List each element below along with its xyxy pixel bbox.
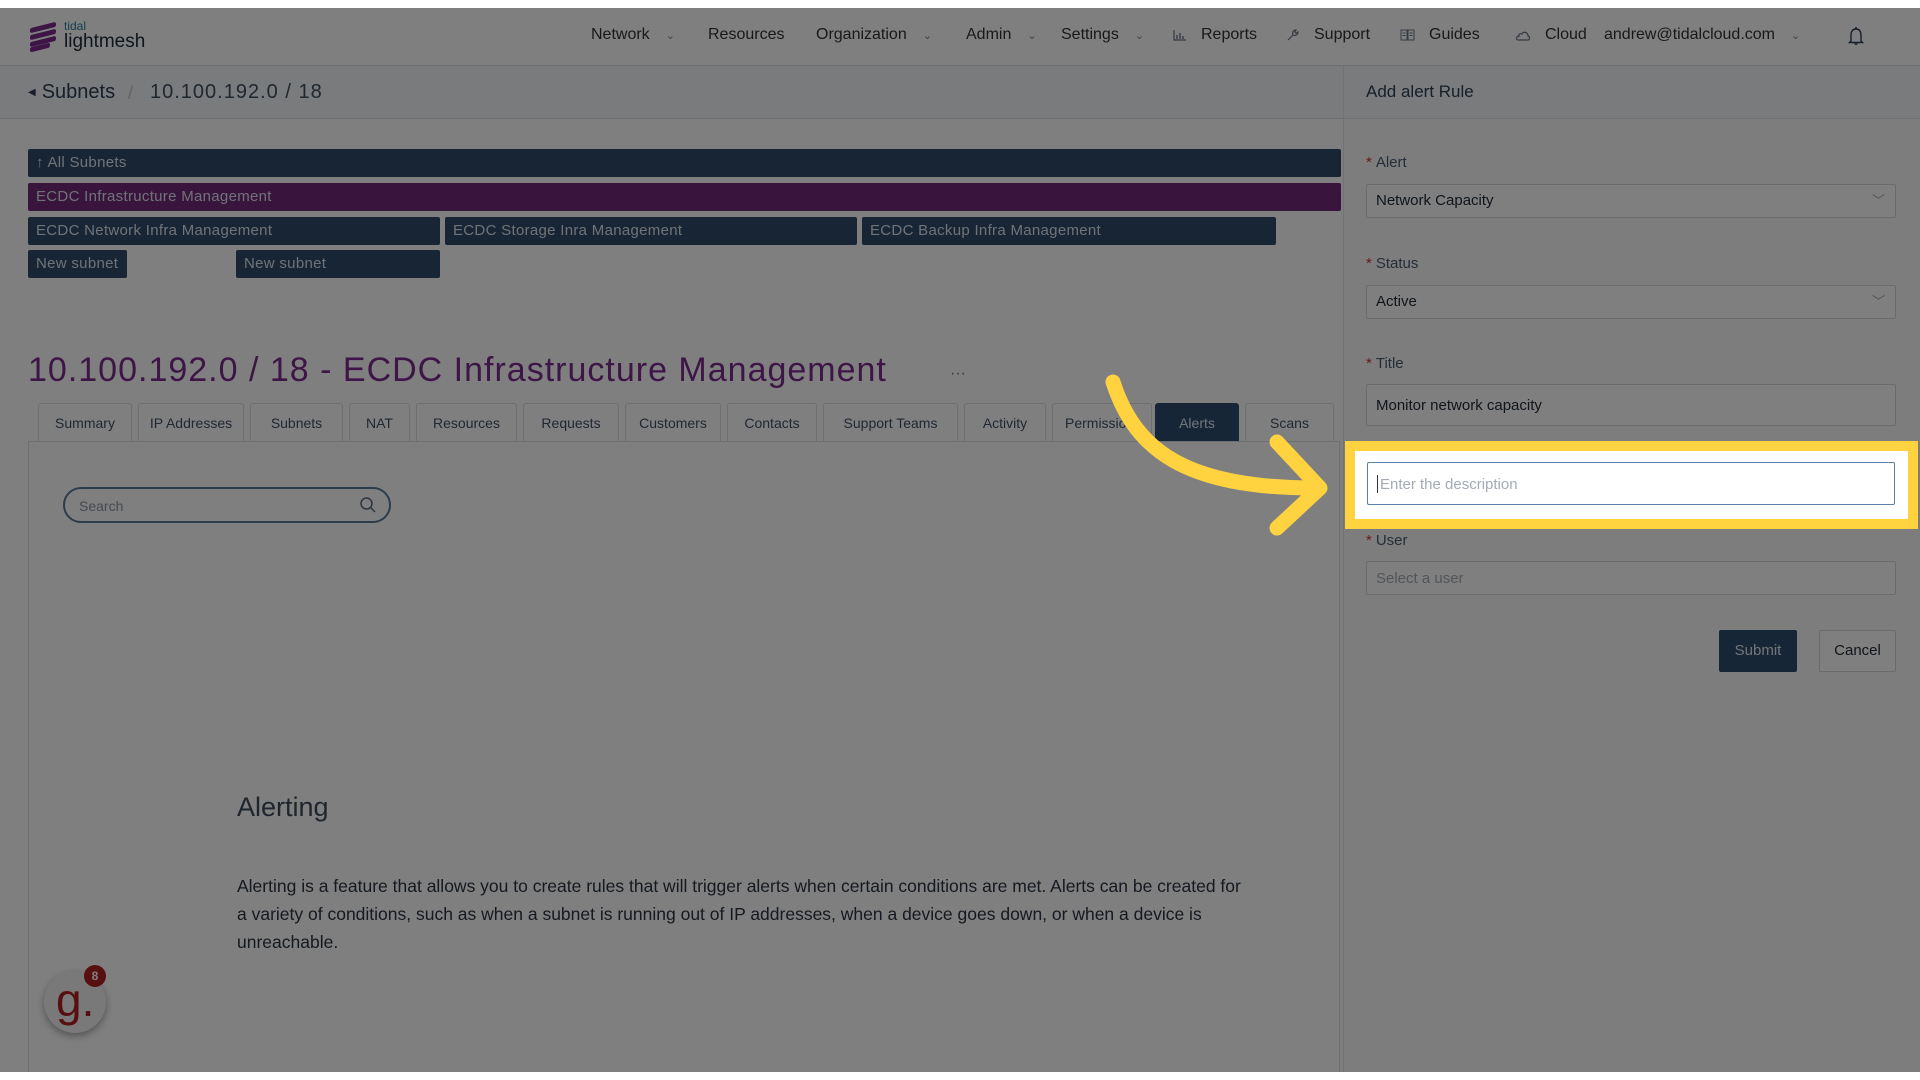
status-select[interactable]: Active ﹀: [1366, 285, 1896, 319]
chevron-down-icon: ⌄: [665, 29, 675, 42]
drawer-title: Add alert Rule: [1366, 82, 1474, 101]
subnet-tree-child[interactable]: ECDC Backup Infra Management: [862, 217, 1276, 245]
nav-support-label: Support: [1314, 26, 1371, 43]
tab-nat[interactable]: NAT: [349, 403, 410, 441]
search-input[interactable]: [77, 489, 351, 523]
nav-support[interactable]: Support: [1286, 26, 1370, 44]
breadcrumb-separator: /: [128, 83, 134, 103]
chevron-down-icon: ﹀: [1871, 294, 1885, 309]
tab-resources[interactable]: Resources: [416, 403, 517, 441]
nav-organization[interactable]: Organization ⌄: [816, 26, 932, 44]
cloud-icon: [1516, 31, 1531, 41]
tab-permissions[interactable]: Permissions: [1052, 403, 1152, 441]
tab-support-teams[interactable]: Support Teams: [823, 403, 958, 441]
search-box[interactable]: [63, 487, 391, 523]
grammarly-badge[interactable]: g. 8: [44, 965, 106, 1033]
chevron-down-icon: ⌄: [1027, 29, 1037, 42]
caret-left-icon: ◀: [28, 87, 36, 98]
nav-admin-label: Admin: [966, 26, 1012, 43]
nav-network[interactable]: Network ⌄: [591, 26, 675, 44]
subnet-tree-grandchild[interactable]: New subnet: [236, 250, 440, 278]
app-window: tidal lightmesh Network ⌄ Resources Orga…: [0, 8, 1920, 1072]
user-menu[interactable]: andrew@tidalcloud.com ⌄: [1604, 26, 1800, 44]
chevron-down-icon: ⌄: [1134, 29, 1145, 42]
breadcrumb-current: 10.100.192.0 / 18: [150, 81, 323, 103]
alert-select[interactable]: Network Capacity ﹀: [1366, 184, 1896, 218]
user-label: * User: [1366, 532, 1408, 549]
main-content: ↑ All Subnets ECDC Infrastructure Manage…: [0, 119, 1343, 1072]
search-icon[interactable]: [359, 496, 377, 514]
chevron-down-icon: ⌄: [1791, 29, 1801, 42]
drawer-header: Add alert Rule: [1344, 66, 1920, 119]
nav-guides-label: Guides: [1429, 26, 1480, 43]
nav-guides[interactable]: Guides: [1400, 26, 1480, 44]
title-field[interactable]: [1366, 384, 1896, 426]
subnet-tree-current[interactable]: ECDC Infrastructure Management: [28, 183, 1341, 211]
lightmesh-logo-icon: [30, 21, 56, 52]
status-select-value: Active: [1376, 293, 1417, 310]
cancel-button[interactable]: Cancel: [1819, 630, 1896, 672]
chevron-down-icon: ⌄: [922, 29, 932, 42]
nav-cloud-label: Cloud: [1545, 26, 1587, 43]
tab-ip-addresses[interactable]: IP Addresses: [138, 403, 244, 441]
title-input[interactable]: [1376, 385, 1876, 425]
subnet-tree-child[interactable]: ECDC Network Infra Management: [28, 217, 440, 245]
subnet-tree-all-subnets[interactable]: ↑ All Subnets: [28, 149, 1341, 177]
tab-scans[interactable]: Scans: [1245, 403, 1334, 441]
breadcrumb: ◀ Subnets / 10.100.192.0 / 18: [0, 66, 1343, 119]
user-email: andrew@tidalcloud.com: [1604, 26, 1775, 43]
logo[interactable]: tidal lightmesh: [30, 20, 146, 52]
nav-reports-label: Reports: [1201, 26, 1258, 43]
nav-organization-label: Organization: [816, 26, 907, 43]
bar-chart-icon: [1173, 30, 1186, 41]
tab-activity[interactable]: Activity: [964, 403, 1046, 441]
nav-resources-label: Resources: [708, 26, 785, 43]
user-select[interactable]: [1366, 561, 1896, 595]
logo-brand: lightmesh: [64, 31, 146, 52]
description-input[interactable]: [1378, 463, 1882, 506]
breadcrumb-subnets-label: Subnets: [41, 81, 116, 103]
description-field[interactable]: [1367, 462, 1895, 506]
chevron-down-icon: ﹀: [1871, 193, 1885, 208]
tab-contacts[interactable]: Contacts: [727, 403, 817, 441]
title-label: * Title: [1366, 355, 1404, 372]
more-options-icon[interactable]: ···: [950, 365, 966, 383]
subnet-tree-grandchild[interactable]: New subnet: [28, 250, 127, 278]
alerting-description: Alerting is a feature that allows you to…: [237, 876, 1241, 952]
nav-settings[interactable]: Settings ⌄: [1061, 26, 1144, 44]
wrench-icon: [1287, 29, 1299, 41]
add-alert-rule-drawer: Add alert Rule * Alert Network Capacity ﹀…: [1343, 66, 1920, 1072]
nav-resources[interactable]: Resources: [708, 26, 784, 44]
alert-label: * Alert: [1366, 154, 1407, 171]
text-cursor: [1377, 475, 1378, 493]
book-icon: [1400, 29, 1415, 41]
page-title: 10.100.192.0 / 18 - ECDC Infrastructure …: [28, 351, 887, 389]
nav-network-label: Network: [591, 26, 650, 43]
bell-icon[interactable]: [1848, 26, 1864, 46]
alert-select-value: Network Capacity: [1376, 192, 1494, 209]
top-navbar: tidal lightmesh Network ⌄ Resources Orga…: [0, 8, 1920, 66]
submit-button[interactable]: Submit: [1719, 630, 1797, 672]
alerts-tab-panel: Alerting Alerting is a feature that allo…: [28, 441, 1340, 1072]
tab-subnets[interactable]: Subnets: [250, 403, 343, 441]
alerting-heading: Alerting: [237, 792, 329, 822]
tab-requests[interactable]: Requests: [523, 403, 619, 441]
tab-summary[interactable]: Summary: [38, 403, 132, 441]
status-label: * Status: [1366, 255, 1419, 272]
nav-settings-label: Settings: [1061, 26, 1119, 43]
nav-admin[interactable]: Admin ⌄: [966, 26, 1037, 44]
subnet-tree-child[interactable]: ECDC Storage Inra Management: [445, 217, 857, 245]
nav-cloud[interactable]: Cloud: [1515, 26, 1587, 44]
tab-alerts[interactable]: Alerts: [1155, 403, 1239, 441]
nav-reports[interactable]: Reports: [1173, 26, 1257, 44]
breadcrumb-subnets-link[interactable]: ◀ Subnets: [28, 81, 115, 104]
user-select-input[interactable]: [1376, 562, 1876, 594]
notification-count-badge: 8: [84, 965, 106, 987]
tab-customers[interactable]: Customers: [625, 403, 721, 441]
